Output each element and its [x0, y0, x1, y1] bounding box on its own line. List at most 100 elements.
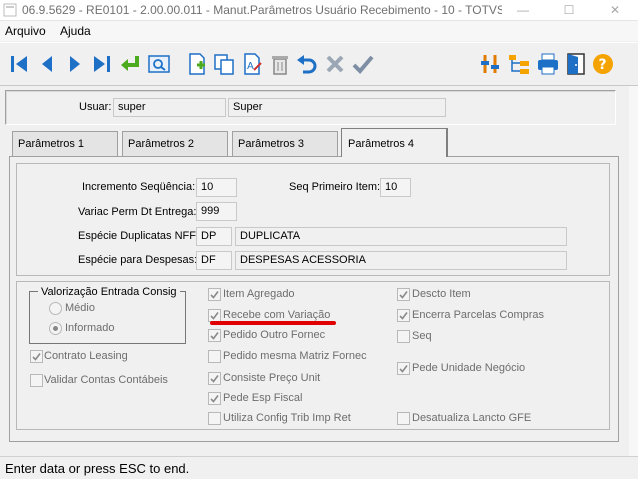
valorizacao-group [29, 291, 186, 344]
undo-button[interactable] [294, 51, 320, 77]
printer-icon [538, 53, 558, 75]
validar-contas-label: Validar Contas Contábeis [44, 374, 168, 386]
exit-button[interactable] [563, 51, 589, 77]
tools-icon [481, 55, 499, 73]
radio-informado[interactable] [49, 322, 62, 335]
checkmark-icon [210, 395, 219, 403]
search-button[interactable] [146, 51, 172, 77]
menu-ajuda[interactable]: Ajuda [60, 24, 91, 38]
checkmark-icon [399, 365, 408, 373]
pedido-outro-fornec-label: Pedido Outro Fornec [223, 329, 326, 341]
tab-parametros-1[interactable]: Parâmetros 1 [12, 131, 118, 156]
item-agregado-label: Item Agregado [223, 288, 295, 300]
undo-icon [297, 55, 317, 74]
tab-parametros-3[interactable]: Parâmetros 3 [232, 131, 338, 156]
help-button[interactable]: ? [590, 51, 616, 77]
especie-dup-desc-field: DUPLICATA [235, 227, 567, 246]
app-icon [3, 3, 17, 17]
tab-parametros-2[interactable]: Parâmetros 2 [122, 131, 228, 156]
seq-label: Seq [412, 330, 432, 342]
checkmark-icon [210, 312, 219, 320]
consiste-preco-label: Consiste Preço Unit [223, 372, 321, 384]
minimize-button[interactable]: — [500, 0, 546, 21]
checkmark-icon [399, 291, 408, 299]
new-button[interactable] [184, 51, 210, 77]
checkbox-encerra-parcelas[interactable] [397, 309, 410, 322]
cancel-icon [326, 55, 344, 73]
checkbox-utiliza-config-trib[interactable] [208, 412, 221, 425]
menu-arquivo[interactable]: Arquivo [5, 24, 46, 38]
desatualiza-lancto-label: Desatualiza Lancto GFE [412, 412, 532, 424]
checkbox-pedido-outro-fornec[interactable] [208, 329, 221, 342]
checkmark-icon [32, 353, 41, 361]
checkbox-seq[interactable] [397, 330, 410, 343]
descto-item-label: Descto Item [412, 288, 471, 300]
pedido-mesma-matriz-label: Pedido mesma Matriz Fornec [223, 350, 367, 362]
checkbox-descto-item[interactable] [397, 288, 410, 301]
encerra-parcelas-label: Encerra Parcelas Compras [412, 309, 545, 321]
recebe-variacao-label: Recebe com Variação [223, 309, 331, 321]
especie-desp-code-field[interactable]: DF [196, 251, 232, 270]
exit-door-icon [567, 53, 585, 75]
radio-medio-label: Médio [65, 302, 95, 314]
especie-dup-label: Espécie Duplicatas NFF: [78, 230, 200, 242]
seq-primeiro-label: Seq Primeiro Item: [289, 181, 381, 193]
checkmark-icon [210, 375, 219, 383]
next-record-button[interactable] [62, 51, 88, 77]
edit-document-icon: A [244, 53, 262, 75]
confirm-button[interactable] [350, 51, 376, 77]
first-record-button[interactable] [6, 51, 32, 77]
status-bar: Enter data or press ESC to end. [0, 456, 638, 479]
copy-button[interactable] [211, 51, 237, 77]
checkbox-item-agregado[interactable] [208, 288, 221, 301]
pede-esp-fiscal-label: Pede Esp Fiscal [223, 392, 303, 404]
valorizacao-title: Valorização Entrada Consig [38, 286, 180, 298]
zoom-window-icon [148, 55, 170, 73]
toolbar: A ? [0, 42, 638, 86]
goto-button[interactable] [117, 51, 143, 77]
checkbox-pede-unidade-negocio[interactable] [397, 362, 410, 375]
checkbox-contrato-leasing[interactable] [30, 350, 43, 363]
especie-dup-code-field[interactable]: DP [196, 227, 232, 246]
checkbox-pede-esp-fiscal[interactable] [208, 392, 221, 405]
delete-button[interactable] [267, 51, 293, 77]
especie-desp-label: Espécie para Despesas: [78, 254, 198, 266]
print-button[interactable] [535, 51, 561, 77]
title-bar: 06.9.5629 - RE0101 - 2.00.00.011 - Manut… [0, 0, 638, 21]
seq-primeiro-field[interactable]: 10 [380, 178, 411, 197]
user-name-field: Super [228, 98, 446, 117]
checkbox-consiste-preco[interactable] [208, 372, 221, 385]
copy-icon [214, 54, 234, 75]
variac-field[interactable]: 999 [196, 202, 237, 221]
previous-record-button[interactable] [34, 51, 60, 77]
radio-dot-icon [53, 326, 58, 331]
last-record-button[interactable] [89, 51, 115, 77]
checkbox-desatualiza-lancto[interactable] [397, 412, 410, 425]
incremento-label: Incremento Seqüência: [82, 181, 196, 193]
next-icon [70, 56, 80, 72]
tools-button[interactable] [477, 51, 503, 77]
side-gutter [629, 86, 638, 456]
checkmark-icon [210, 291, 219, 299]
window-title: 06.9.5629 - RE0101 - 2.00.00.011 - Manut… [22, 3, 502, 17]
variac-label: Variac Perm Dt Entrega: [78, 206, 197, 218]
cancel-button[interactable] [322, 51, 348, 77]
checkbox-validar-contas[interactable] [30, 374, 43, 387]
svg-text:?: ? [599, 57, 607, 73]
radio-medio[interactable] [49, 302, 62, 315]
maximize-button[interactable]: ☐ [546, 0, 592, 21]
trash-icon [272, 56, 288, 75]
enter-arrow-icon [121, 56, 139, 71]
checkbox-pedido-mesma-matriz[interactable] [208, 350, 221, 363]
edit-button[interactable]: A [239, 51, 265, 77]
help-icon: ? [593, 54, 613, 74]
tab-parametros-4[interactable]: Parâmetros 4 [341, 128, 448, 157]
contrato-leasing-label: Contrato Leasing [44, 350, 128, 362]
svg-text:A: A [247, 61, 254, 72]
red-underline-annotation [210, 321, 336, 325]
structure-button[interactable] [506, 51, 532, 77]
close-button[interactable]: ✕ [592, 0, 638, 21]
incremento-field[interactable]: 10 [196, 178, 237, 197]
user-code-field: super [113, 98, 226, 117]
new-document-icon [189, 53, 205, 75]
